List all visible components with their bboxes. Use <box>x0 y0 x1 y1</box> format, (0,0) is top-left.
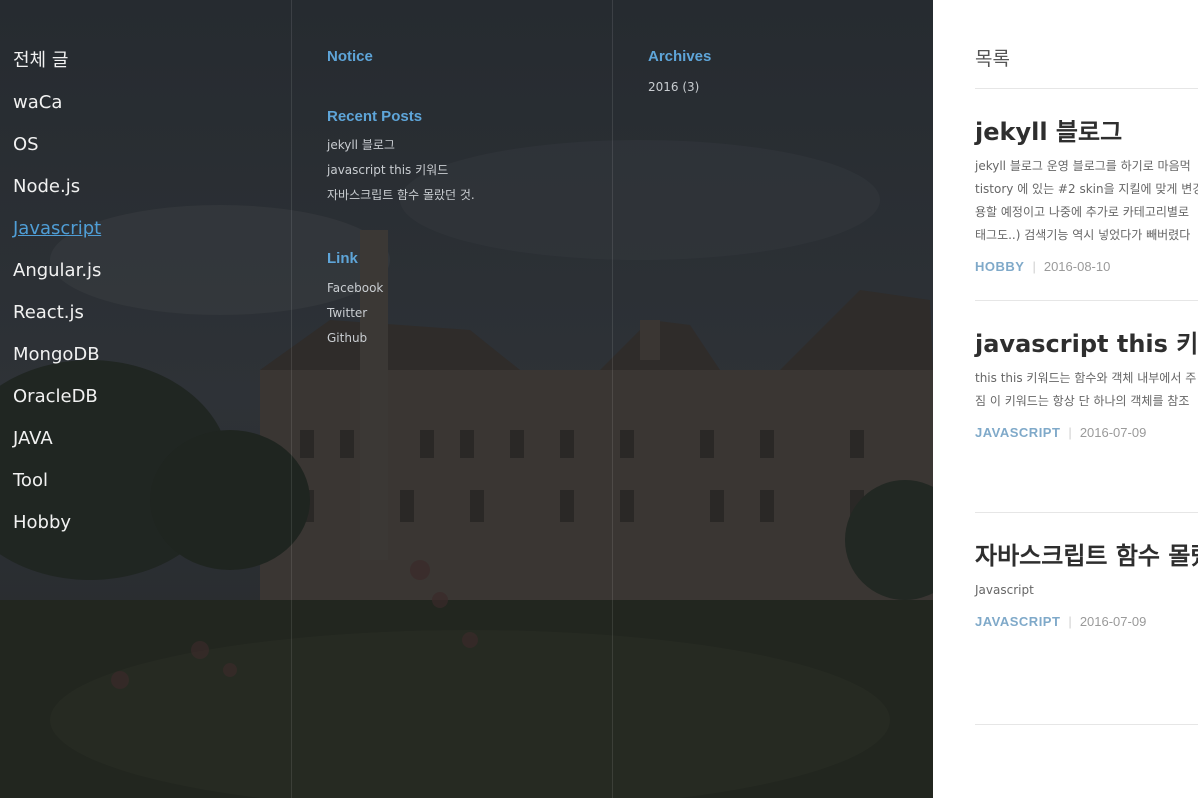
meta-separator: | <box>1068 614 1072 629</box>
excerpt-line: Javascript <box>975 583 1034 597</box>
close-icon[interactable] <box>878 0 906 8</box>
archive-link[interactable]: 2016 (3) <box>648 77 711 102</box>
link-section: Link Facebook Twitter Github <box>327 250 383 353</box>
link-list: Facebook Twitter Github <box>327 278 383 353</box>
archives-section: Archives 2016 (3) <box>648 48 711 102</box>
recent-posts-section: Recent Posts jekyll 블로그 javascript this … <box>327 108 475 210</box>
recent-posts-list: jekyll 블로그 javascript this 키워드 자바스크립트 함수… <box>327 135 475 210</box>
category-item-active[interactable]: Javascript <box>13 214 101 256</box>
divider <box>975 724 1198 725</box>
category-item[interactable]: Tool <box>13 466 101 508</box>
divider <box>975 88 1198 89</box>
link-twitter[interactable]: Twitter <box>327 303 383 328</box>
notice-title[interactable]: Notice <box>327 48 373 65</box>
post-date: 2016-07-09 <box>1079 614 1147 629</box>
excerpt-line: 태그도..) 검색기능 역시 넣었다가 빼버렸다 <box>975 228 1191 242</box>
archives-title: Archives <box>648 48 712 65</box>
category-item[interactable]: Node.js <box>13 172 101 214</box>
post-category[interactable]: JAVASCRIPT <box>975 425 1060 440</box>
post-item[interactable]: jekyll 블로그 jekyll 블로그 운영 블로그를 하기로 마음먹 ti… <box>975 112 1198 274</box>
link-title: Link <box>327 250 358 267</box>
post-excerpt: this this 키워드는 함수와 객체 내부에서 주 짐 이 키워드는 항상… <box>975 367 1198 413</box>
archives-list: 2016 (3) <box>648 77 711 102</box>
post-list-panel: 목록 jekyll 블로그 jekyll 블로그 운영 블로그를 하기로 마음먹… <box>933 0 1198 798</box>
post-date: 2016-08-10 <box>1043 259 1111 274</box>
notice-section: Notice <box>327 48 373 65</box>
excerpt-line: 용할 예정이고 나중에 추가로 카테고리별로 <box>975 205 1189 219</box>
post-category[interactable]: HOBBY <box>975 259 1024 274</box>
excerpt-line: jekyll 블로그 운영 블로그를 하기로 마음먹 <box>975 159 1191 173</box>
post-item[interactable]: 자바스크립트 함수 몰랐던 것. Javascript JAVASCRIPT | 2… <box>975 536 1198 629</box>
post-excerpt: Javascript <box>975 579 1198 602</box>
post-meta: JAVASCRIPT | 2016-07-09 <box>975 614 1198 629</box>
divider <box>975 512 1198 513</box>
post-excerpt: jekyll 블로그 운영 블로그를 하기로 마음먹 tistory 에 있는 … <box>975 155 1198 247</box>
excerpt-line: 짐 이 키워드는 항상 단 하나의 객체를 참조 <box>975 394 1190 408</box>
post-title[interactable]: 자바스크립트 함수 몰랐던 것. <box>975 536 1198 571</box>
recent-posts-title: Recent Posts <box>327 108 423 125</box>
excerpt-line: this this 키워드는 함수와 객체 내부에서 주 <box>975 371 1197 385</box>
page-title: 목록 <box>975 48 1010 70</box>
post-title[interactable]: javascript this 키워드 <box>975 324 1198 359</box>
divider <box>975 300 1198 301</box>
link-facebook[interactable]: Facebook <box>327 278 383 303</box>
category-item[interactable]: MongoDB <box>13 340 101 382</box>
category-item[interactable]: 전체 글 <box>13 46 101 88</box>
category-item[interactable]: OracleDB <box>13 382 101 424</box>
meta-separator: | <box>1068 425 1072 440</box>
column-divider <box>291 0 292 798</box>
link-github[interactable]: Github <box>327 328 383 353</box>
category-item[interactable]: Angular.js <box>13 256 101 298</box>
category-item[interactable]: waCa <box>13 88 101 130</box>
post-item[interactable]: javascript this 키워드 this this 키워드는 함수와 객… <box>975 324 1198 440</box>
post-date: 2016-07-09 <box>1079 425 1147 440</box>
sidebar-overlay: 전체 글 waCa OS Node.js Javascript Angular.… <box>0 0 933 798</box>
recent-post-link[interactable]: 자바스크립트 함수 몰랐던 것. <box>327 185 475 210</box>
meta-separator: | <box>1032 259 1036 274</box>
post-category[interactable]: JAVASCRIPT <box>975 614 1060 629</box>
column-divider <box>612 0 613 798</box>
excerpt-line: tistory 에 있는 #2 skin을 지킬에 맞게 변경 <box>975 182 1198 196</box>
category-item[interactable]: React.js <box>13 298 101 340</box>
post-meta: JAVASCRIPT | 2016-07-09 <box>975 425 1198 440</box>
recent-post-link[interactable]: javascript this 키워드 <box>327 160 475 185</box>
post-title[interactable]: jekyll 블로그 <box>975 112 1198 147</box>
category-item[interactable]: OS <box>13 130 101 172</box>
category-item[interactable]: Hobby <box>13 508 101 550</box>
category-list: 전체 글 waCa OS Node.js Javascript Angular.… <box>13 46 101 550</box>
category-item[interactable]: JAVA <box>13 424 101 466</box>
post-meta: HOBBY | 2016-08-10 <box>975 259 1198 274</box>
recent-post-link[interactable]: jekyll 블로그 <box>327 135 475 160</box>
